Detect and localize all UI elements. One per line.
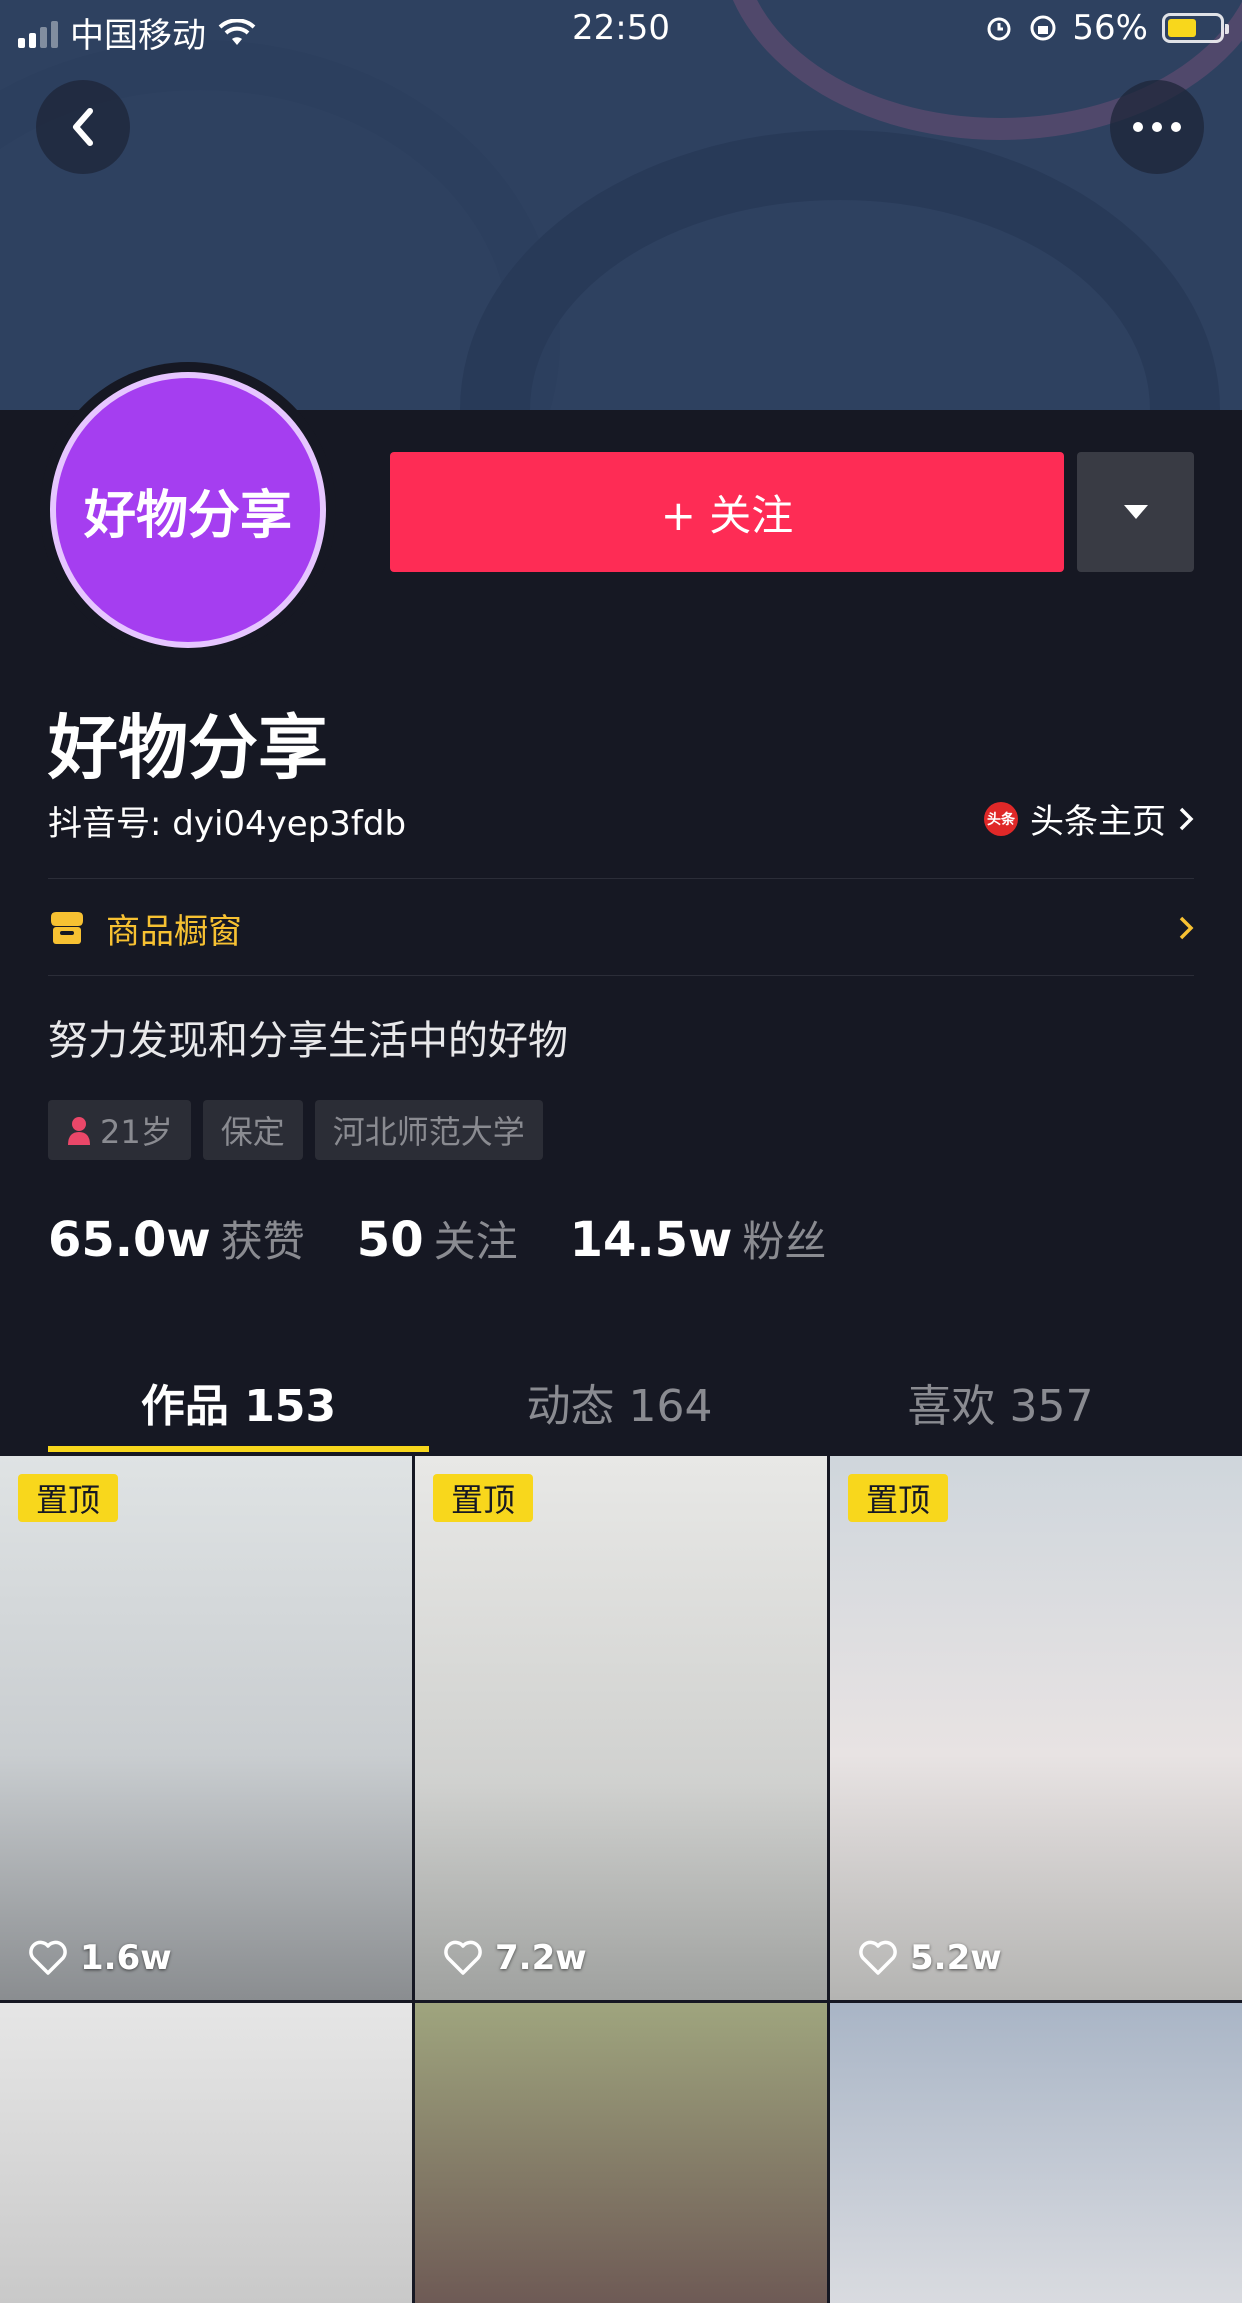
video-thumbnail[interactable]: [830, 2003, 1242, 2303]
profile-bio: 努力发现和分享生活中的好物: [48, 1018, 568, 1064]
likes-count: 1.6w: [80, 1938, 172, 1978]
more-icon: [1133, 122, 1181, 132]
follow-label: + 关注: [660, 490, 794, 540]
tab-works[interactable]: 作品 153: [48, 1360, 429, 1456]
profile-name: 好物分享: [48, 707, 328, 789]
likes-count: 5.2w: [910, 1938, 1002, 1978]
pinned-badge: 置顶: [433, 1474, 534, 1522]
avatar-text: 好物分享: [83, 485, 292, 546]
profile-tags: 21岁 保定 河北师范大学: [48, 1100, 543, 1160]
toutiao-link[interactable]: 头条 头条主页: [984, 794, 1194, 843]
profile-stats: 65.0w 获赞 50 关注 14.5w 粉丝: [48, 1208, 878, 1269]
toutiao-label: 头条主页: [1030, 802, 1166, 842]
video-grid: 置顶 1.6w 置顶 7.2w 置顶 5.2w: [0, 1456, 1242, 2303]
age-label: 21岁: [100, 1113, 173, 1151]
shop-icon: [51, 912, 83, 944]
video-thumbnail[interactable]: [415, 2003, 827, 2303]
age-tag: 21岁: [48, 1100, 191, 1160]
douyin-id: 抖音号: dyi04yep3fdb: [48, 804, 407, 844]
heart-icon: [444, 1940, 482, 1975]
stat-number: 14.5w: [569, 1212, 733, 1268]
alarm-icon: [987, 17, 1011, 41]
profile-banner: [0, 0, 1242, 410]
school-tag: 河北师范大学: [314, 1100, 543, 1160]
chevron-left-icon: [73, 108, 93, 146]
recommend-dropdown-button[interactable]: [1077, 452, 1194, 572]
city-tag: 保定: [202, 1100, 303, 1160]
video-thumbnail[interactable]: 置顶 1.6w: [0, 1456, 412, 2000]
tab-likes[interactable]: 喜欢 357: [810, 1360, 1191, 1456]
video-thumbnail[interactable]: 置顶 5.2w: [830, 1456, 1242, 2000]
shop-window-link[interactable]: 商品橱窗: [48, 898, 1194, 958]
city-label: 保定: [220, 1113, 285, 1151]
following-stat[interactable]: 50 关注: [357, 1208, 518, 1269]
toutiao-icon: 头条: [984, 801, 1018, 836]
battery-icon: [1162, 13, 1229, 43]
tab-dynamics[interactable]: 动态 164: [429, 1360, 810, 1456]
stat-label: 获赞: [220, 1217, 305, 1266]
female-icon: [68, 1117, 90, 1145]
divider: [48, 878, 1194, 879]
heart-icon: [859, 1940, 897, 1975]
shop-window-label: 商品橱窗: [106, 911, 242, 952]
chevron-right-icon: [1179, 916, 1194, 940]
video-likes: 5.2w: [858, 1938, 1002, 1978]
divider: [48, 975, 1194, 976]
likes-stat: 65.0w 获赞: [48, 1208, 305, 1269]
avatar[interactable]: 好物分享: [40, 362, 336, 658]
heart-icon: [29, 1940, 67, 1975]
follow-button[interactable]: + 关注: [390, 452, 1064, 572]
video-likes: 7.2w: [443, 1938, 587, 1978]
stat-number: 50: [356, 1212, 424, 1268]
followers-stat[interactable]: 14.5w 粉丝: [570, 1208, 827, 1269]
school-label: 河北师范大学: [332, 1113, 525, 1151]
status-bar: 中国移动 22:50 56%: [0, 0, 1242, 60]
caret-down-icon: [1123, 505, 1148, 519]
stat-number: 65.0w: [48, 1212, 211, 1268]
pinned-badge: 置顶: [848, 1474, 949, 1522]
chevron-right-icon: [1179, 807, 1194, 830]
video-likes: 1.6w: [28, 1938, 172, 1978]
content-tabs: 作品 153 动态 164 喜欢 357: [0, 1360, 1242, 1456]
rotation-lock-icon: [1030, 15, 1056, 41]
back-button[interactable]: [36, 80, 130, 174]
more-button[interactable]: [1110, 80, 1204, 174]
stat-label: 粉丝: [742, 1217, 827, 1266]
video-thumbnail[interactable]: 置顶 7.2w: [415, 1456, 827, 2000]
pinned-badge: 置顶: [18, 1474, 119, 1522]
battery-percent: 56%: [1072, 8, 1148, 48]
likes-count: 7.2w: [495, 1938, 587, 1978]
stat-label: 关注: [433, 1217, 518, 1266]
video-thumbnail[interactable]: [0, 2003, 412, 2303]
